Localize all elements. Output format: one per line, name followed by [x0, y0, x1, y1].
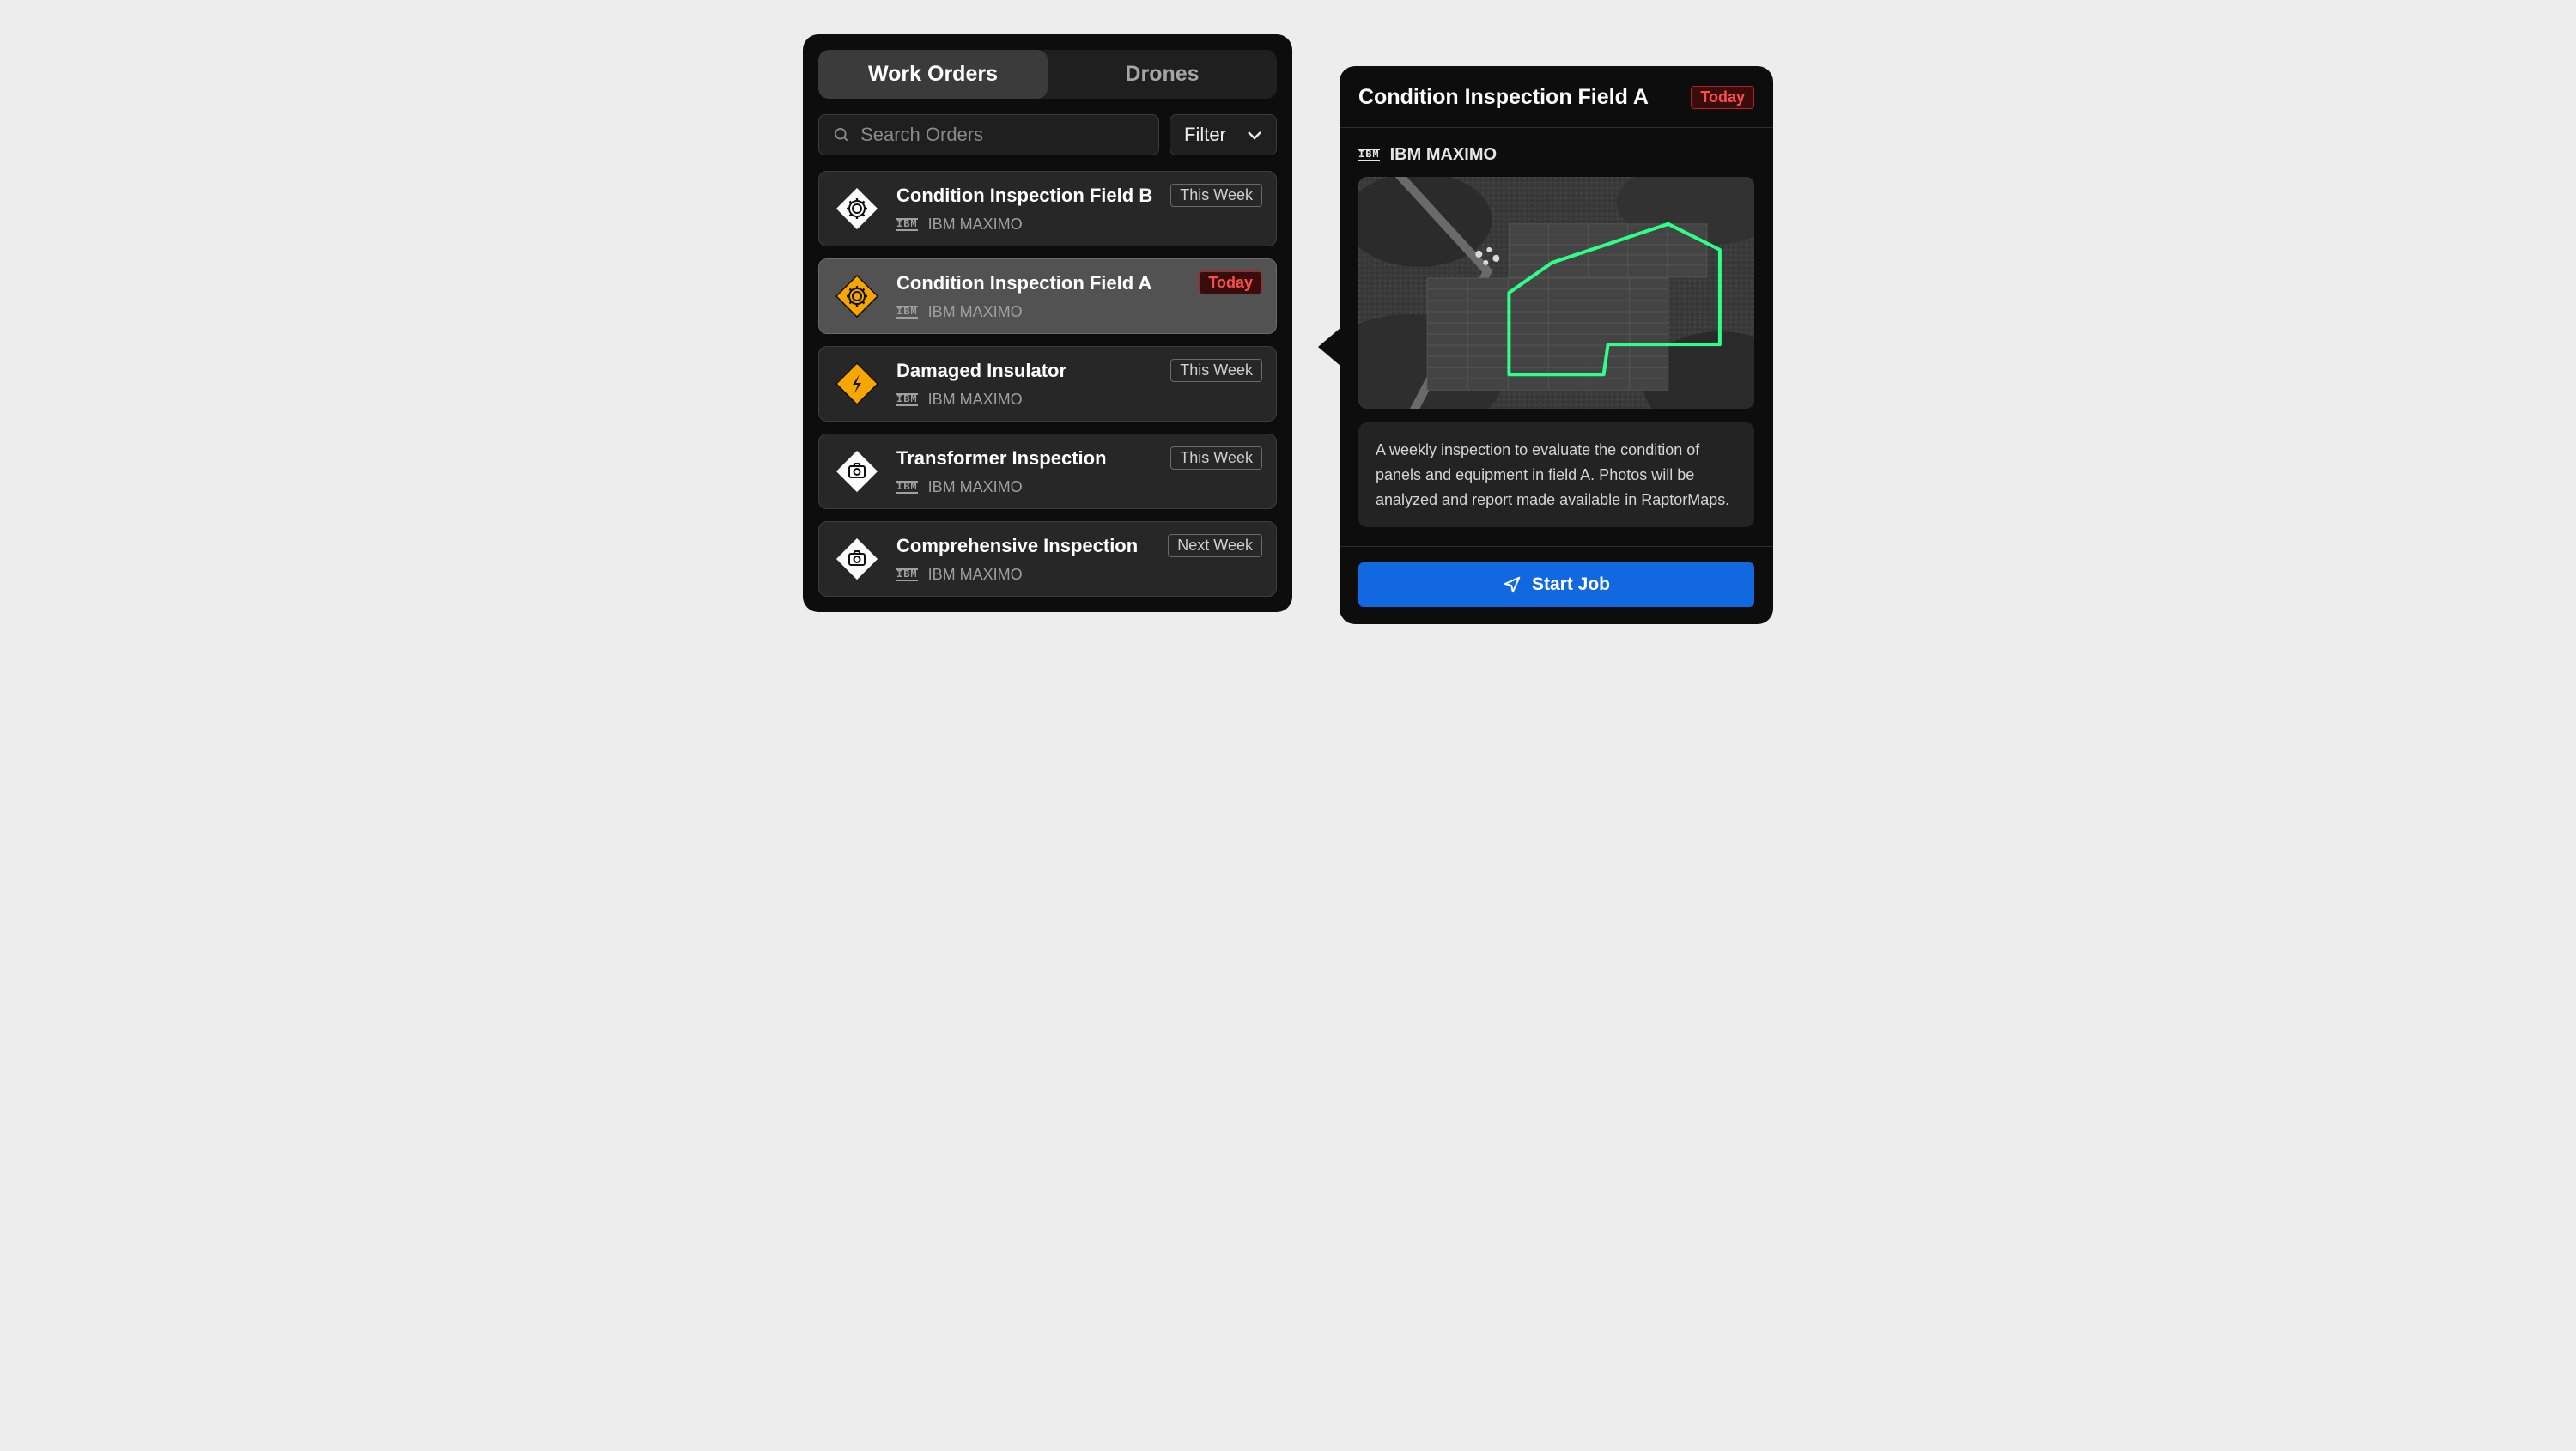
- schedule-badge: Today: [1691, 86, 1754, 109]
- order-source: IBM IBM MAXIMO: [896, 303, 1262, 321]
- search-icon: [833, 125, 850, 144]
- ibm-logo-icon: IBM: [896, 393, 918, 406]
- ibm-logo-icon: IBM: [896, 218, 918, 231]
- divider: [1340, 546, 1773, 547]
- order-card[interactable]: Condition Inspection Field B This Week I…: [818, 171, 1277, 246]
- filter-button[interactable]: Filter: [1170, 114, 1277, 155]
- camera-icon: [833, 535, 881, 583]
- search-row: Filter: [818, 114, 1277, 155]
- work-orders-panel: Work Orders Drones Filter Conditi: [803, 34, 1292, 612]
- start-job-label: Start Job: [1532, 574, 1610, 595]
- order-card[interactable]: Damaged Insulator This Week IBM IBM MAXI…: [818, 346, 1277, 422]
- gear-icon: [833, 185, 881, 233]
- ibm-logo-icon: IBM: [896, 306, 918, 319]
- ibm-logo-icon: IBM: [896, 481, 918, 494]
- order-detail-panel: Condition Inspection Field A Today IBM I…: [1340, 66, 1773, 624]
- order-card[interactable]: Condition Inspection Field A Today IBM I…: [818, 258, 1277, 334]
- order-source: IBM IBM MAXIMO: [896, 216, 1262, 234]
- order-source: IBM IBM MAXIMO: [896, 566, 1262, 584]
- ibm-logo-icon: IBM: [896, 568, 918, 581]
- navigation-arrow-icon: [1503, 575, 1522, 594]
- site-map[interactable]: [1358, 177, 1754, 409]
- ibm-logo-icon: IBM: [1358, 149, 1380, 161]
- order-title: Condition Inspection Field B: [896, 185, 1152, 207]
- schedule-badge: This Week: [1170, 184, 1262, 207]
- filter-label: Filter: [1184, 124, 1226, 146]
- bolt-icon: [833, 360, 881, 408]
- schedule-badge: This Week: [1170, 359, 1262, 382]
- tab-drones[interactable]: Drones: [1048, 50, 1277, 99]
- order-title: Condition Inspection Field A: [896, 272, 1151, 294]
- search-box[interactable]: [818, 114, 1159, 155]
- order-title: Damaged Insulator: [896, 360, 1066, 382]
- order-source: IBM IBM MAXIMO: [896, 478, 1262, 496]
- camera-icon: [833, 447, 881, 495]
- order-title: Transformer Inspection: [896, 447, 1107, 470]
- order-list: Condition Inspection Field B This Week I…: [818, 171, 1277, 597]
- order-source: IBM IBM MAXIMO: [896, 391, 1262, 409]
- gear-icon: [833, 272, 881, 320]
- order-title: Comprehensive Inspection: [896, 535, 1138, 557]
- callout-arrow-icon: [1318, 328, 1340, 366]
- chevron-down-icon: [1247, 130, 1262, 140]
- detail-source: IBM IBM MAXIMO: [1340, 128, 1773, 177]
- tabs: Work Orders Drones: [818, 50, 1277, 99]
- order-card[interactable]: Comprehensive Inspection Next Week IBM I…: [818, 521, 1277, 597]
- tab-work-orders[interactable]: Work Orders: [818, 50, 1048, 99]
- schedule-badge: Next Week: [1168, 534, 1262, 557]
- search-input[interactable]: [860, 124, 1145, 146]
- schedule-badge: This Week: [1170, 446, 1262, 470]
- start-job-button[interactable]: Start Job: [1358, 562, 1754, 607]
- schedule-badge: Today: [1199, 271, 1262, 294]
- detail-description: A weekly inspection to evaluate the cond…: [1358, 422, 1754, 527]
- detail-title: Condition Inspection Field A: [1358, 85, 1649, 110]
- order-card[interactable]: Transformer Inspection This Week IBM IBM…: [818, 434, 1277, 509]
